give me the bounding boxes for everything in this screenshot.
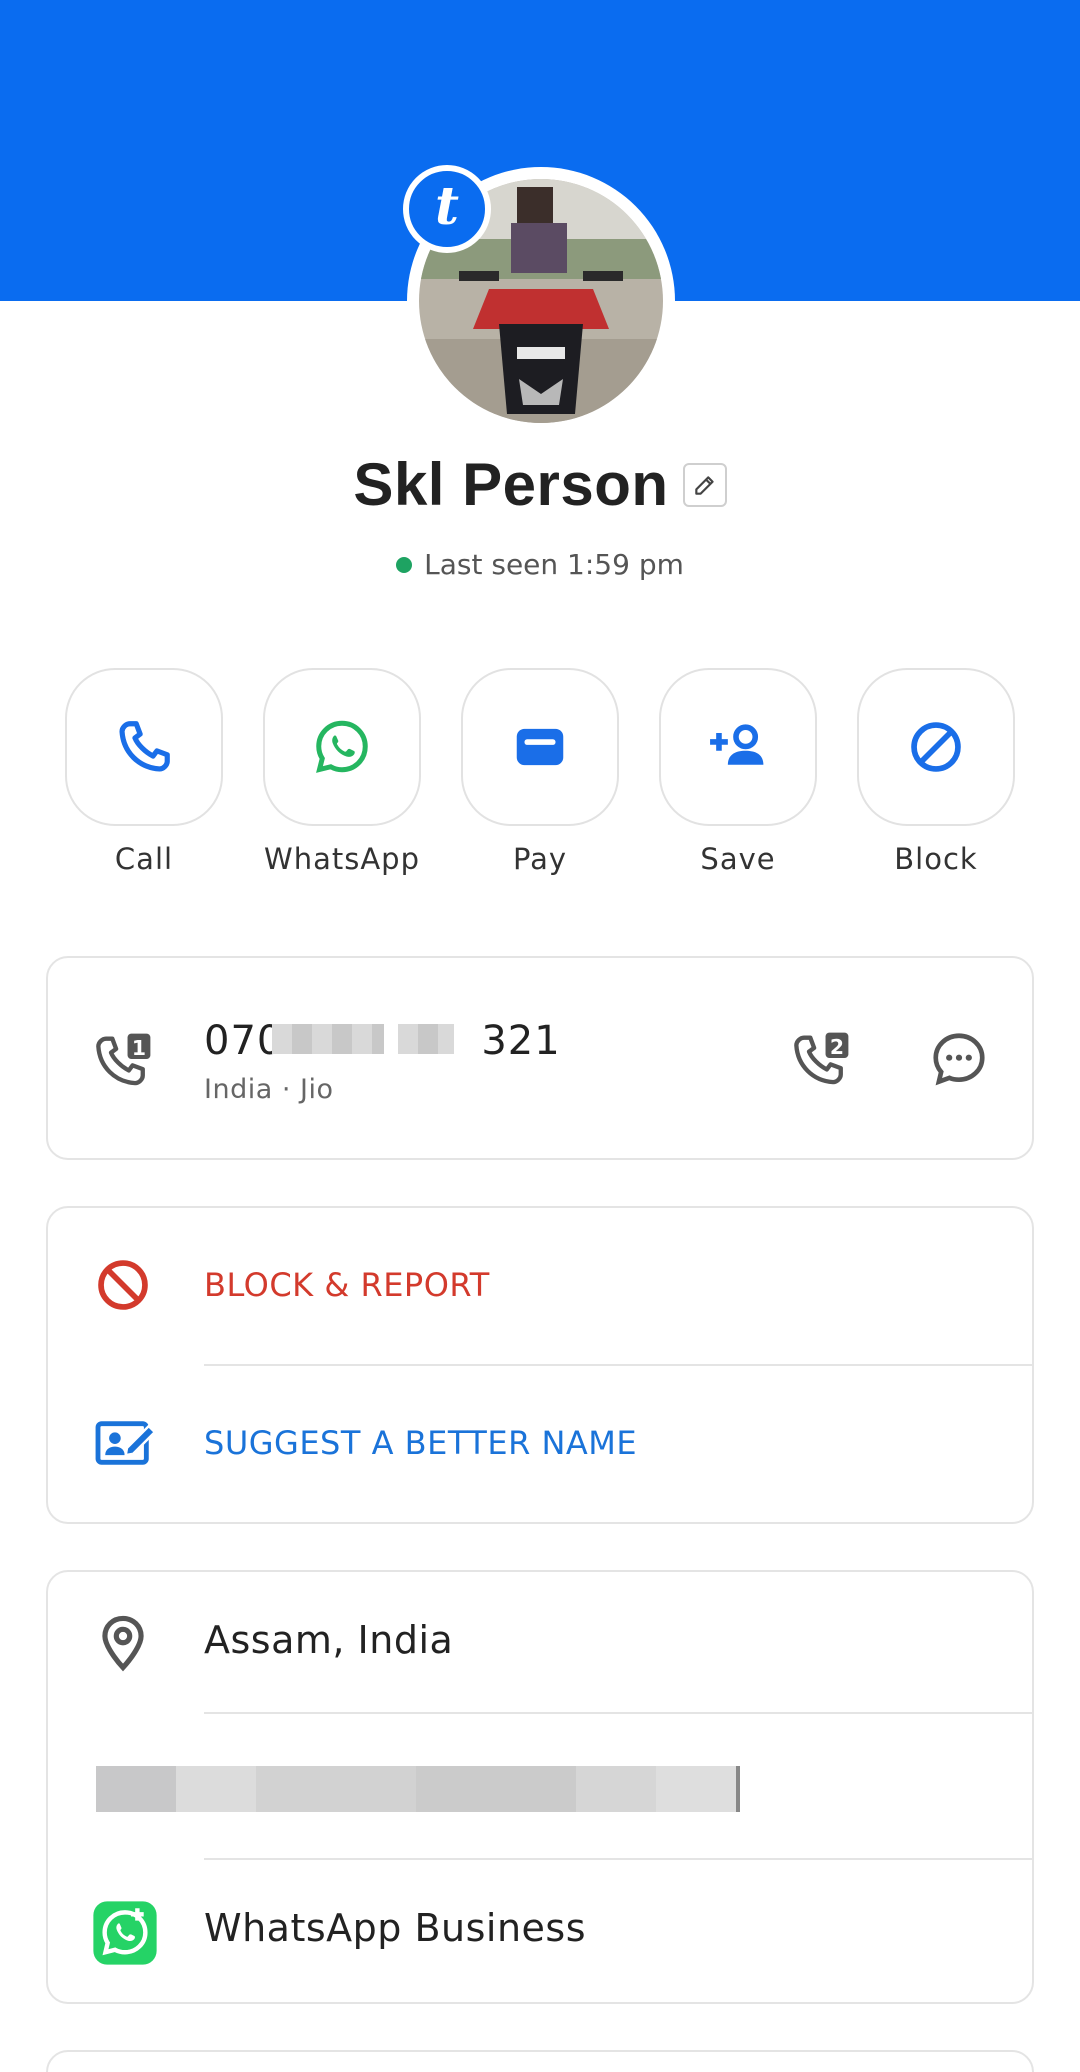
carrier-info: India · Jio xyxy=(204,1074,334,1105)
call-label: Call xyxy=(114,842,174,876)
svg-text:2: 2 xyxy=(830,1035,844,1059)
whatsapp-business-row[interactable]: WhatsApp Business xyxy=(48,1860,1032,2004)
online-dot-icon xyxy=(396,556,413,573)
wallet-icon xyxy=(516,728,564,766)
pay-label: Pay xyxy=(512,842,568,876)
sim2-phone-icon: 2 xyxy=(794,1032,849,1085)
call-action[interactable]: Call xyxy=(65,668,223,876)
location-row: Assam, India xyxy=(48,1572,1032,1712)
svg-text:1: 1 xyxy=(132,1036,146,1060)
save-action[interactable]: Save xyxy=(659,668,817,876)
suggest-name-icon xyxy=(95,1421,157,1465)
quick-actions: Call WhatsApp Pay Save Block xyxy=(65,668,1015,876)
block-action[interactable]: Block xyxy=(857,668,1015,876)
whatsapp-icon xyxy=(316,720,368,773)
suggest-name-row[interactable]: SUGGEST A BETTER NAME xyxy=(48,1366,1032,1526)
phone-icon xyxy=(119,721,170,772)
contact-info-card: Assam, India WhatsApp Business xyxy=(46,1570,1034,2004)
last-seen-text: Last seen 1:59 pm xyxy=(424,548,684,581)
message-button[interactable] xyxy=(928,1028,990,1094)
block-icon xyxy=(911,722,961,772)
message-bubble-icon xyxy=(933,1033,985,1086)
contact-name: Skl Person xyxy=(353,451,669,518)
whatsapp-label: WhatsApp xyxy=(264,842,420,876)
edit-name-button[interactable] xyxy=(682,462,727,507)
phone-number-suffix: 321 xyxy=(481,1018,561,1064)
add-person-icon xyxy=(710,724,764,765)
pay-button[interactable] xyxy=(461,668,619,826)
whatsapp-action[interactable]: WhatsApp xyxy=(263,668,421,876)
phone-number-card[interactable]: 1 070 321 India · Jio 2 xyxy=(46,956,1034,1160)
call-button[interactable] xyxy=(65,668,223,826)
name-row: Skl Person xyxy=(0,450,1080,519)
redacted-digits xyxy=(398,1024,454,1054)
truecaller-badge: t xyxy=(403,165,491,253)
save-button[interactable] xyxy=(659,668,817,826)
save-label: Save xyxy=(700,842,776,876)
sim1-phone-icon: 1 xyxy=(96,1033,151,1086)
redacted-digits xyxy=(272,1024,384,1054)
location-text: Assam, India xyxy=(204,1618,454,1662)
whatsapp-business-text: WhatsApp Business xyxy=(204,1906,587,1950)
call-sim2-button[interactable]: 2 xyxy=(790,1026,856,1094)
row-divider xyxy=(204,1712,1032,1714)
block-button[interactable] xyxy=(857,668,1015,826)
next-card xyxy=(46,2050,1034,2072)
location-pin-icon xyxy=(102,1615,144,1672)
badge-letter: t xyxy=(434,176,460,237)
block-report-icon xyxy=(98,1260,148,1310)
whatsapp-button[interactable] xyxy=(263,668,421,826)
last-seen-status: Last seen 1:59 pm xyxy=(0,548,1080,581)
block-report-link[interactable]: BLOCK & REPORT xyxy=(204,1266,490,1304)
whatsapp-business-icon xyxy=(93,1901,157,1965)
block-report-row[interactable]: BLOCK & REPORT xyxy=(48,1208,1032,1364)
contact-options-card: BLOCK & REPORT SUGGEST A BETTER NAME xyxy=(46,1206,1034,1524)
pencil-icon xyxy=(694,475,714,495)
suggest-name-link[interactable]: SUGGEST A BETTER NAME xyxy=(204,1424,637,1462)
block-label: Block xyxy=(894,842,978,876)
pay-action[interactable]: Pay xyxy=(461,668,619,876)
redacted-info-bar xyxy=(96,1766,740,1812)
